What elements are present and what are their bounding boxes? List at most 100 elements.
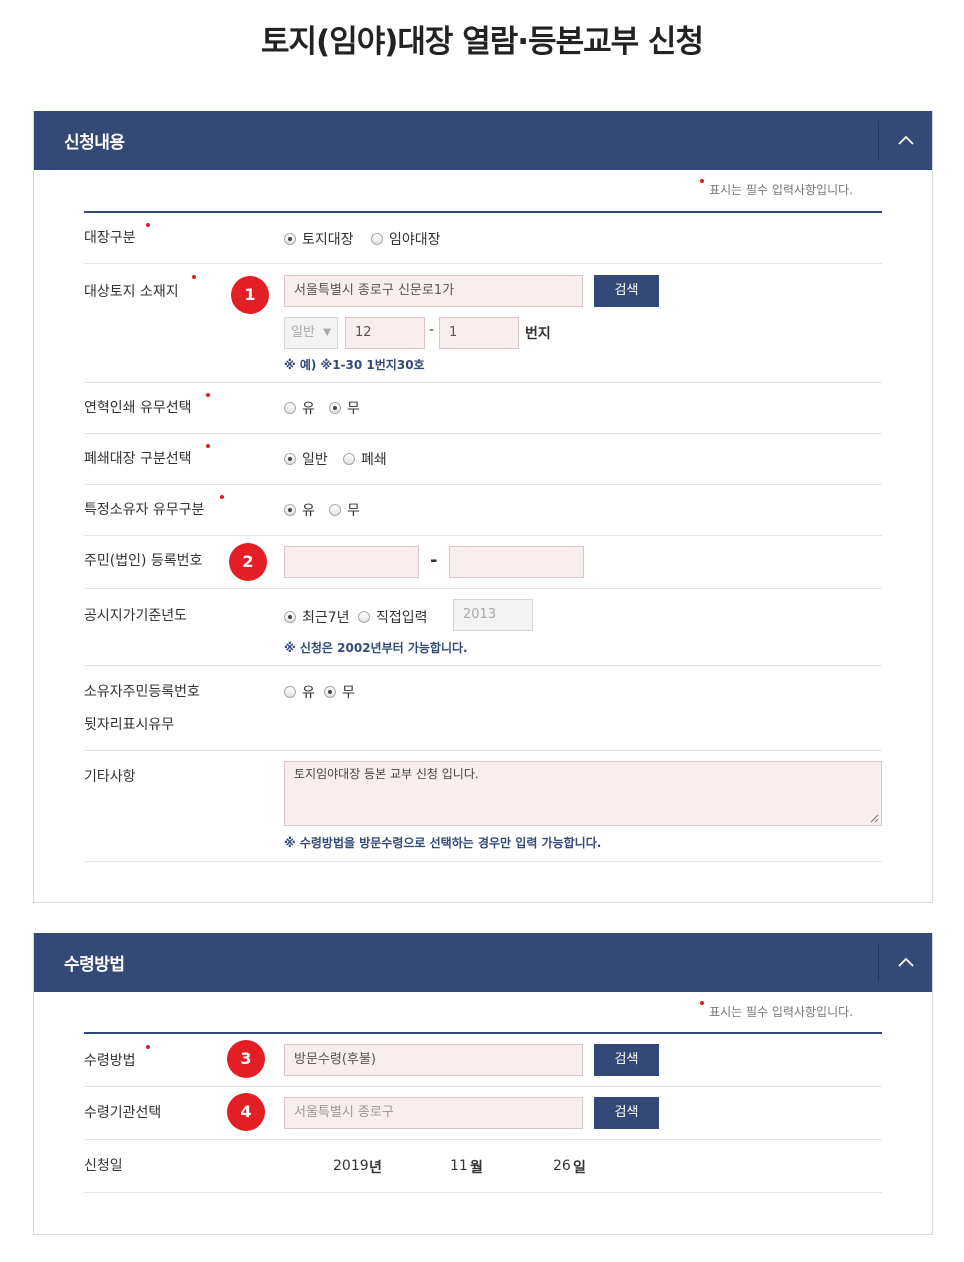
row-location: 대상토지 소재지 1 서울특별시 종로구 신문로1가 검색 일반 ▼ 12 - 1… xyxy=(84,264,882,383)
resident-no-front-input[interactable] xyxy=(284,546,419,578)
radio-unchecked-icon xyxy=(284,686,296,698)
row-etc: 기타사항 토지임야대장 등본 교부 신청 입니다. ※ 수령방법을 방문수령으로… xyxy=(84,751,882,862)
radio-checked-icon xyxy=(329,402,341,414)
lot-main-input[interactable]: 12 xyxy=(345,317,425,349)
required-note: 표시는 필수 입력사항입니다. xyxy=(700,1001,853,1020)
special-owner-label: 특정소유자 유무구분 xyxy=(84,502,205,518)
step-badge-3: 3 xyxy=(227,1040,265,1078)
radio-unchecked-icon xyxy=(358,611,370,623)
chevron-up-icon xyxy=(898,957,914,967)
row-receipt-method: 수령방법 3 방문수령(후불) 검색 xyxy=(84,1034,882,1087)
step-badge-2: 2 xyxy=(229,543,267,581)
apply-date-day: 26 xyxy=(553,1158,571,1174)
row-history-print: 연혁인쇄 유무선택 유 무 xyxy=(84,383,882,434)
owner-id-display-label-line1: 소유자주민등록번호 xyxy=(84,684,200,700)
chevron-up-icon xyxy=(898,135,914,145)
lot-unit: 번지 xyxy=(525,326,551,342)
row-receipt-office: 수령기관선택 4 서울특별시 종로구 검색 xyxy=(84,1087,882,1140)
radio-recent-7-years[interactable]: 최근7년 xyxy=(284,607,350,627)
radio-owner-id-yes[interactable]: 유 xyxy=(284,682,315,702)
required-dot-icon xyxy=(206,393,210,397)
radio-checked-icon xyxy=(284,453,296,465)
resident-no-label: 주민(법인) 등록번호 xyxy=(84,553,203,569)
radio-direct-input[interactable]: 직접입력 xyxy=(358,607,428,627)
radio-closed-normal[interactable]: 일반 xyxy=(284,449,328,469)
receipt-method-label: 수령방법 xyxy=(84,1053,136,1069)
closed-ledger-label: 폐쇄대장 구분선택 xyxy=(84,451,192,467)
radio-special-no[interactable]: 무 xyxy=(329,500,360,520)
receipt-office-search-button[interactable]: 검색 xyxy=(594,1097,659,1129)
caret-down-icon: ▼ xyxy=(323,327,331,338)
required-dot-icon xyxy=(146,223,150,227)
apply-date-year: 2019 xyxy=(333,1158,369,1174)
radio-history-yes[interactable]: 유 xyxy=(284,398,315,418)
apply-date-label: 신청일 xyxy=(84,1158,123,1174)
row-special-owner: 특정소유자 유무구분 유 무 xyxy=(84,485,882,536)
apply-date-month-unit: 월 xyxy=(470,1160,483,1176)
radio-checked-icon xyxy=(284,233,296,245)
apply-date-month: 11 xyxy=(450,1158,468,1174)
step-badge-1: 1 xyxy=(231,276,269,314)
required-dot-icon xyxy=(220,495,224,499)
etc-hint: ※ 수령방법을 방문수령으로 선택하는 경우만 입력 가능합니다. xyxy=(284,836,602,850)
receipt-panel: 수령방법 표시는 필수 입력사항입니다. 수령방법 3 방문수령(후불) 검색 … xyxy=(33,933,933,1235)
radio-unchecked-icon xyxy=(371,233,383,245)
collapse-button[interactable] xyxy=(879,111,934,170)
required-dot-icon xyxy=(700,179,705,183)
radio-unchecked-icon xyxy=(329,504,341,516)
apply-date-day-unit: 일 xyxy=(573,1160,586,1176)
application-panel-title: 신청내용 xyxy=(64,133,125,153)
row-apply-date: 신청일 2019 년 11 월 26 일 xyxy=(84,1140,882,1193)
address-search-button[interactable]: 검색 xyxy=(594,275,659,307)
ledger-type-label: 대장구분 xyxy=(84,230,136,246)
apply-date-year-unit: 년 xyxy=(369,1160,382,1176)
radio-unchecked-icon xyxy=(284,402,296,414)
radio-forest-ledger[interactable]: 임야대장 xyxy=(371,229,441,249)
receipt-method-search-button[interactable]: 검색 xyxy=(594,1044,659,1076)
row-closed-ledger: 폐쇄대장 구분선택 일반 폐쇄 xyxy=(84,434,882,485)
etc-label: 기타사항 xyxy=(84,769,136,785)
address-input[interactable]: 서울특별시 종로구 신문로1가 xyxy=(284,275,583,307)
lot-dash: - xyxy=(429,322,435,338)
radio-checked-icon xyxy=(284,611,296,623)
page-title: 토지(임야)대장 열람·등본교부 신청 xyxy=(261,24,704,60)
radio-checked-icon xyxy=(284,504,296,516)
radio-owner-id-no[interactable]: 무 xyxy=(324,682,355,702)
receipt-method-input[interactable]: 방문수령(후불) xyxy=(284,1044,583,1076)
receipt-office-input[interactable]: 서울특별시 종로구 xyxy=(284,1097,583,1129)
step-badge-4: 4 xyxy=(227,1093,265,1131)
receipt-panel-title: 수령방법 xyxy=(64,955,125,975)
resize-handle-icon[interactable] xyxy=(870,814,879,823)
required-dot-icon xyxy=(206,444,210,448)
collapse-button[interactable] xyxy=(879,933,934,992)
owner-id-display-label-line2: 뒷자리표시유무 xyxy=(84,717,175,733)
resident-no-back-input[interactable] xyxy=(449,546,584,578)
row-resident-no: 주민(법인) 등록번호 2 - xyxy=(84,536,882,589)
row-owner-id-display: 소유자주민등록번호 뒷자리표시유무 유 무 xyxy=(84,666,882,751)
required-dot-icon xyxy=(700,1001,705,1005)
land-price-year-label: 공시지가기준년도 xyxy=(84,608,188,624)
location-label: 대상토지 소재지 xyxy=(84,284,179,300)
row-ledger-type: 대장구분 토지대장 임야대장 xyxy=(84,213,882,264)
radio-history-no[interactable]: 무 xyxy=(329,398,360,418)
application-panel: 신청내용 표시는 필수 입력사항입니다. 대장구분 토지대장 임야대장 대상토지… xyxy=(33,111,933,903)
required-note: 표시는 필수 입력사항입니다. xyxy=(700,179,853,198)
land-price-year-hint: ※ 신청은 2002년부터 가능합니다. xyxy=(284,641,468,655)
etc-textarea[interactable]: 토지임야대장 등본 교부 신청 입니다. xyxy=(284,761,882,826)
history-print-label: 연혁인쇄 유무선택 xyxy=(84,400,192,416)
receipt-panel-header: 수령방법 xyxy=(34,933,932,992)
application-panel-header: 신청내용 xyxy=(34,111,932,170)
radio-checked-icon xyxy=(324,686,336,698)
required-dot-icon xyxy=(146,1045,150,1049)
location-hint: ※ 예) ※1-30 1번지30호 xyxy=(284,358,425,372)
year-input[interactable]: 2013 xyxy=(453,599,533,631)
lot-sub-input[interactable]: 1 xyxy=(439,317,519,349)
radio-land-ledger[interactable]: 토지대장 xyxy=(284,229,354,249)
radio-closed-closed[interactable]: 폐쇄 xyxy=(343,449,387,469)
row-land-price-year: 공시지가기준년도 최근7년 직접입력 2013 ※ 신청은 2002년부터 가능… xyxy=(84,589,882,666)
receipt-office-label: 수령기관선택 xyxy=(84,1105,162,1121)
lot-type-select[interactable]: 일반 ▼ xyxy=(284,317,338,349)
radio-special-yes[interactable]: 유 xyxy=(284,500,315,520)
required-dot-icon xyxy=(192,275,196,279)
resident-no-dash: - xyxy=(430,550,438,571)
